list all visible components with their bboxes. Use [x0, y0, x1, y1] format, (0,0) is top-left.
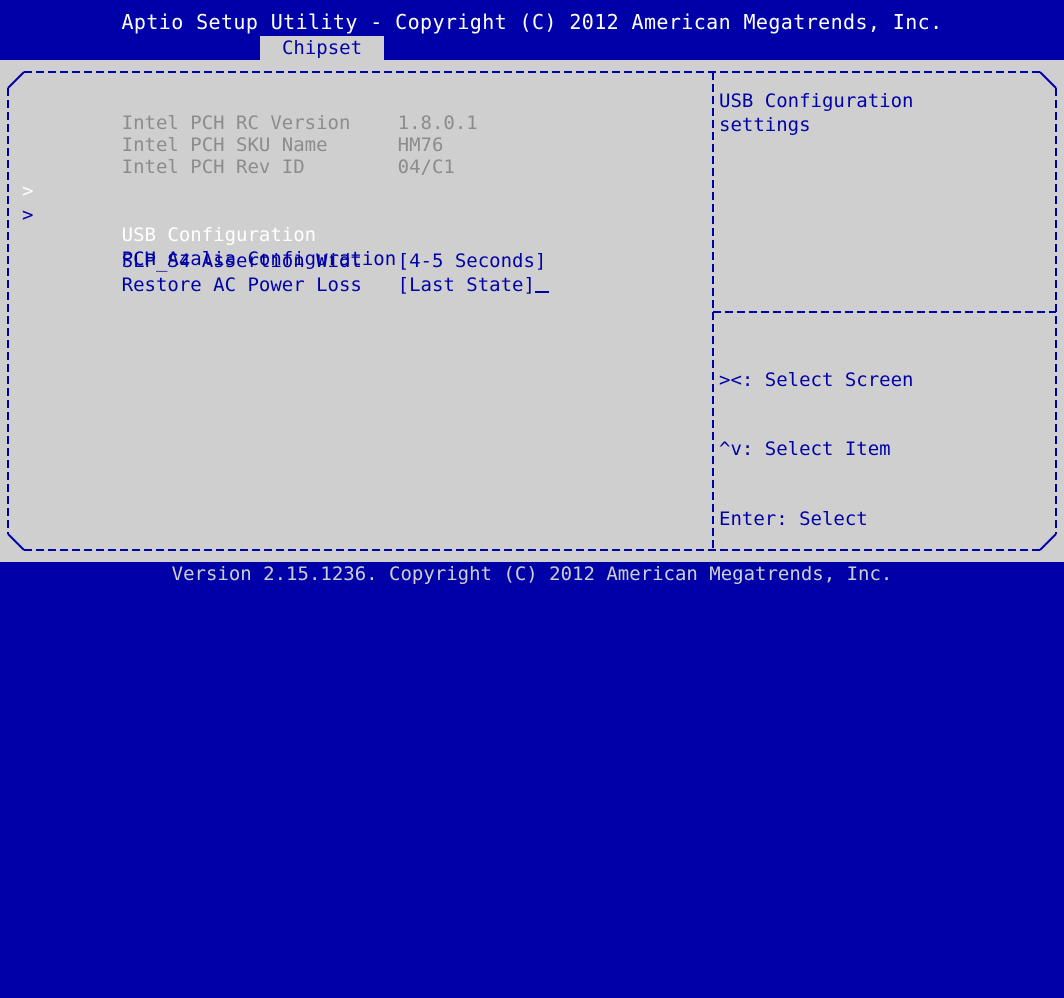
title-bar: Aptio Setup Utility - Copyright (C) 2012…	[0, 0, 1064, 60]
key-hint: ESC: Exit	[719, 927, 822, 950]
menu-item-value[interactable]: [Last State]	[398, 274, 535, 296]
submenu-arrow-icon: >	[22, 204, 34, 226]
help-line: USB Configuration	[719, 90, 914, 112]
help-line: settings	[719, 114, 811, 136]
submenu-arrow-icon: >	[22, 180, 34, 202]
key-hint: Enter: Select	[719, 508, 868, 531]
key-hint: F4: Save & Exit	[719, 857, 891, 880]
footer-version: Version 2.15.1236. Copyright (C) 2012 Am…	[0, 562, 1064, 588]
key-hint: F3: Optimized Defaults	[719, 787, 971, 810]
info-label: Intel PCH Rev ID	[121, 156, 305, 178]
bios-screen: Aptio Setup Utility - Copyright (C) 2012…	[0, 0, 1064, 950]
key-hint: F2: Previous Values	[719, 718, 937, 741]
main-panel: Intel PCH RC Version 1.8.0.1 Intel PCH SK…	[0, 60, 1064, 950]
text-cursor	[534, 274, 549, 293]
menu-item-label: Restore AC Power Loss	[121, 274, 362, 296]
menu-item-restore-ac-power-loss[interactable]: Restore AC Power Loss [Last State]	[53, 252, 549, 318]
key-hint: ><: Select Screen	[719, 368, 914, 391]
key-hint: F1: General Help	[719, 648, 903, 671]
info-value: 04/C1	[397, 156, 455, 178]
app-title: Aptio Setup Utility - Copyright (C) 2012…	[121, 10, 943, 34]
key-hint: ^v: Select Item	[719, 438, 891, 461]
tab-chipset[interactable]: Chipset	[260, 36, 384, 60]
key-legend: ><: Select Screen ^v: Select Item Enter:…	[719, 322, 971, 998]
